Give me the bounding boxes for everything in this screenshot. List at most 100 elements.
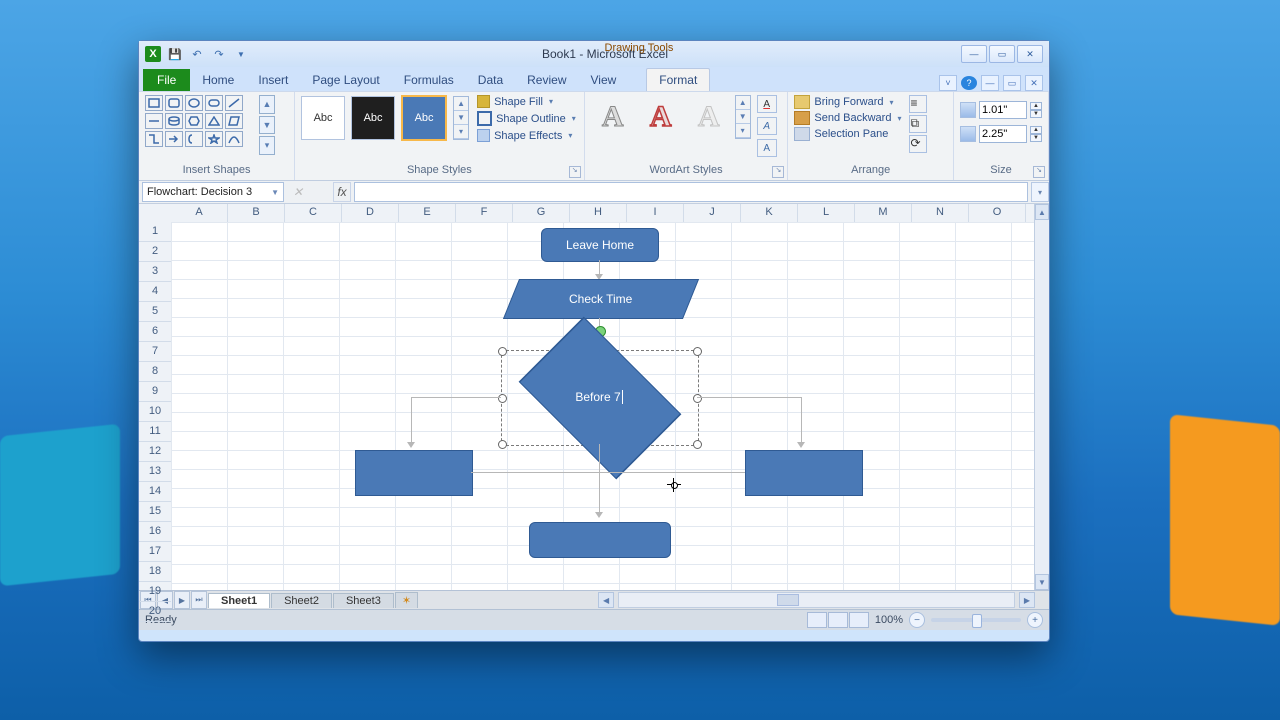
tab-format[interactable]: Format <box>646 68 710 91</box>
shape-arrow-icon[interactable] <box>165 131 183 147</box>
text-outline-icon[interactable]: A <box>757 117 777 135</box>
scroll-up-icon[interactable]: ▲ <box>1035 204 1049 220</box>
row-header[interactable]: 2 <box>139 242 171 262</box>
shape-ellipse-icon[interactable] <box>185 95 203 111</box>
tab-page-layout[interactable]: Page Layout <box>300 69 391 91</box>
wordart-style-2[interactable]: A <box>639 95 683 139</box>
wordart-more[interactable]: ▲▼▾ <box>735 95 751 139</box>
vertical-scrollbar[interactable]: ▲ ▼ <box>1034 204 1049 590</box>
help-icon[interactable]: ? <box>961 76 977 90</box>
col-header[interactable]: B <box>228 204 285 222</box>
tab-insert[interactable]: Insert <box>246 69 300 91</box>
namebox-dropdown-icon[interactable]: ▼ <box>271 188 279 197</box>
minimize-button[interactable]: — <box>961 45 987 63</box>
col-header[interactable]: N <box>912 204 969 222</box>
shapes-gallery-scroll[interactable]: ▲ ▼ ▾ <box>259 95 275 155</box>
dialog-launcher-icon[interactable]: ↘ <box>1033 166 1045 178</box>
row-headers[interactable]: 1234567891011121314151617181920 <box>139 222 172 590</box>
shape-connector-icon[interactable] <box>145 131 163 147</box>
shape-rect-icon[interactable] <box>145 95 163 111</box>
align-icon[interactable]: ≡ <box>909 95 927 113</box>
shape-cylinder-icon[interactable] <box>165 113 183 129</box>
shape-fill-button[interactable]: Shape Fill▾ <box>477 95 576 108</box>
flow-process-left[interactable] <box>355 450 473 496</box>
col-header[interactable]: D <box>342 204 399 222</box>
view-page-break-icon[interactable] <box>849 612 869 628</box>
shape-style-3-selected[interactable]: Abc <box>401 95 447 141</box>
zoom-out-button[interactable]: − <box>909 612 925 628</box>
shape-star-icon[interactable] <box>205 131 223 147</box>
hscroll-left-icon[interactable]: ◀ <box>598 592 614 608</box>
rotate-icon[interactable]: ⟳ <box>909 135 927 153</box>
gallery-down-icon[interactable]: ▼ <box>259 116 275 135</box>
shapes-gallery[interactable] <box>145 95 255 155</box>
col-header[interactable]: C <box>285 204 342 222</box>
shape-capsule-icon[interactable] <box>205 95 223 111</box>
connector[interactable] <box>471 472 745 473</box>
wb-close-button[interactable]: ✕ <box>1025 75 1043 91</box>
scroll-thumb[interactable] <box>777 594 799 606</box>
shape-parallelogram-icon[interactable] <box>225 113 243 129</box>
col-header[interactable]: F <box>456 204 513 222</box>
horizontal-scrollbar[interactable] <box>618 592 1015 608</box>
column-headers[interactable]: ABCDEFGHIJKLMNO <box>171 204 1035 223</box>
wordart-style-1[interactable]: A <box>591 95 635 139</box>
connector[interactable] <box>411 397 501 398</box>
zoom-thumb[interactable] <box>972 614 982 628</box>
worksheet-area[interactable]: ABCDEFGHIJKLMNO 123456789101112131415161… <box>139 204 1049 590</box>
gallery-more-icon[interactable]: ▾ <box>259 136 275 155</box>
select-all-corner[interactable] <box>139 204 172 223</box>
shape-height-input[interactable] <box>979 101 1027 119</box>
row-header[interactable]: 16 <box>139 522 171 542</box>
shape-triangle-icon[interactable] <box>205 113 223 129</box>
gallery-up-icon[interactable]: ▲ <box>259 95 275 114</box>
name-box[interactable]: Flowchart: Decision 3▼ <box>142 182 284 202</box>
row-header[interactable]: 6 <box>139 322 171 342</box>
sheet-tab-sheet2[interactable]: Sheet2 <box>271 593 332 608</box>
col-header[interactable]: O <box>969 204 1026 222</box>
text-effects-icon[interactable]: A <box>757 139 777 157</box>
row-header[interactable]: 3 <box>139 262 171 282</box>
view-page-layout-icon[interactable] <box>828 612 848 628</box>
title-bar[interactable]: X 💾 ↶ ↷ ▼ Drawing Tools Book1 - Microsof… <box>139 41 1049 67</box>
new-sheet-button[interactable]: ✶ <box>395 592 418 608</box>
connector[interactable] <box>697 397 801 398</box>
fx-icon[interactable]: fx <box>333 182 351 202</box>
flow-data-check-time[interactable]: Check Time <box>511 280 691 318</box>
shape-style-2[interactable]: Abc <box>351 96 395 140</box>
col-header[interactable]: E <box>399 204 456 222</box>
row-header[interactable]: 10 <box>139 402 171 422</box>
redo-icon[interactable]: ↷ <box>211 46 227 62</box>
formula-bar-expand-icon[interactable]: ▾ <box>1031 182 1049 202</box>
save-icon[interactable]: 💾 <box>167 46 183 62</box>
shape-style-1[interactable]: Abc <box>301 96 345 140</box>
tab-formulas[interactable]: Formulas <box>392 69 466 91</box>
shape-line-icon[interactable] <box>225 95 243 111</box>
zoom-in-button[interactable]: + <box>1027 612 1043 628</box>
formula-bar[interactable] <box>354 182 1028 202</box>
group-icon[interactable]: ⧉ <box>909 115 927 133</box>
dialog-launcher-icon[interactable]: ↘ <box>772 166 784 178</box>
flow-terminator-leave-home[interactable]: Leave Home <box>541 228 659 262</box>
row-header[interactable]: 20 <box>139 602 171 622</box>
row-header[interactable]: 18 <box>139 562 171 582</box>
row-header[interactable]: 5 <box>139 302 171 322</box>
sheet-tab-sheet3[interactable]: Sheet3 <box>333 593 394 608</box>
flow-terminator-bottom[interactable] <box>529 522 671 558</box>
flow-decision-before7[interactable]: Before 7 <box>501 340 697 454</box>
tab-home[interactable]: Home <box>190 69 246 91</box>
file-tab[interactable]: File <box>143 69 190 91</box>
wb-restore-button[interactable]: ▭ <box>1003 75 1021 91</box>
connector[interactable] <box>599 444 600 516</box>
last-sheet-icon[interactable]: ⏭ <box>191 591 207 609</box>
send-backward-button[interactable]: Send Backward▾ <box>794 111 901 125</box>
shape-width-input[interactable] <box>979 125 1027 143</box>
zoom-slider[interactable] <box>931 618 1021 622</box>
col-header[interactable]: G <box>513 204 570 222</box>
row-header[interactable]: 4 <box>139 282 171 302</box>
wb-minimize-button[interactable]: — <box>981 75 999 91</box>
connector[interactable] <box>411 397 412 445</box>
view-normal-icon[interactable] <box>807 612 827 628</box>
shape-effects-button[interactable]: Shape Effects▾ <box>477 129 576 142</box>
shape-line-icon[interactable] <box>145 113 163 129</box>
